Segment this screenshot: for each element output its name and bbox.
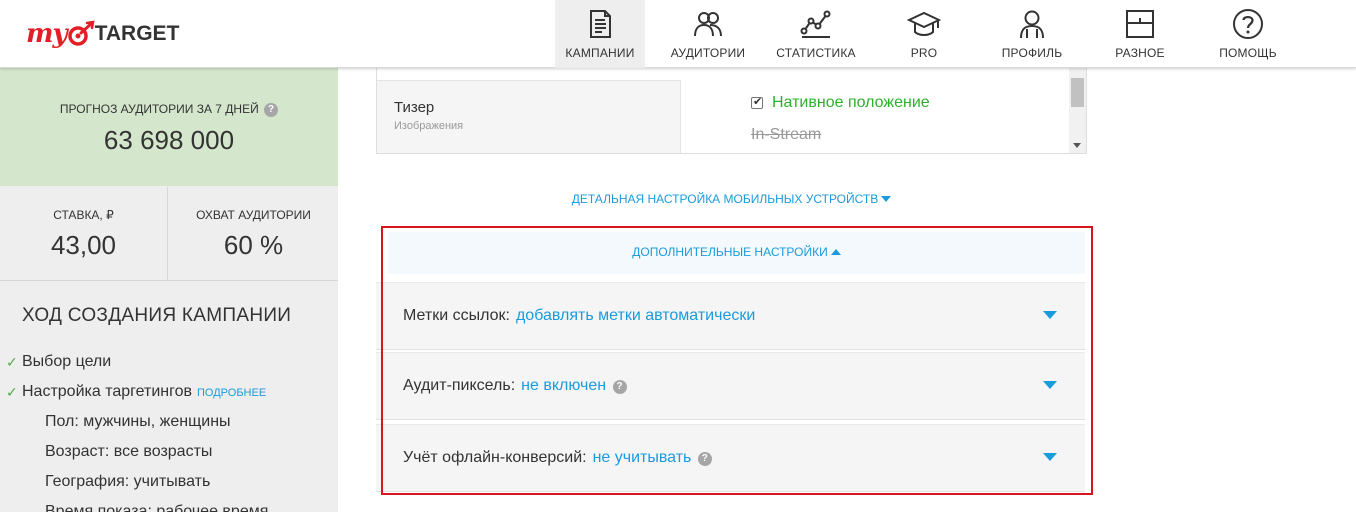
targeting-age: Возраст: все возрасты [45, 443, 213, 460]
setting-audit-pixel-label: Аудит-пиксель: [403, 377, 516, 394]
additional-settings-label: ДОПОЛНИТЕЛЬНЫЕ НАСТРОЙКИ [632, 245, 828, 259]
scrollbar-thumb[interactable] [1071, 78, 1084, 107]
setting-audit-pixel[interactable]: Аудит-пиксель: не включен ? [376, 352, 1085, 420]
mobile-detail-settings-link[interactable]: ДЕТАЛЬНАЯ НАСТРОЙКА МОБИЛЬНЫХ УСТРОЙСТВ [376, 192, 1087, 206]
campaign-progress-title: ХОД СОЗДАНИЯ КАМПАНИИ [22, 305, 292, 326]
setting-link-tags-label: Метки ссылок: [403, 307, 510, 324]
logo-target: TARGET [94, 22, 180, 45]
setting-offline-conversions-text: Учёт офлайн-конверсий: не учитывать ? [403, 449, 712, 467]
chevron-down-icon [881, 196, 892, 202]
setting-link-tags-text: Метки ссылок: добавлять метки автоматичес… [403, 307, 755, 325]
setting-audit-pixel-value[interactable]: не включен [521, 377, 606, 394]
forecast-help-icon[interactable]: ? [264, 103, 279, 117]
check-icon: ✓ [6, 383, 18, 400]
setting-offline-conversions[interactable]: Учёт офлайн-конверсий: не учитывать ? [376, 424, 1085, 492]
instream-label: In-Stream [751, 126, 822, 143]
step-targeting-label: Настройка таргетингов [22, 383, 192, 400]
setting-audit-pixel-text: Аудит-пиксель: не включен ? [403, 377, 627, 395]
additional-settings-toggle[interactable]: ДОПОЛНИТЕЛЬНЫЕ НАСТРОЙКИ [388, 232, 1085, 274]
rate-caption: СТАВКА, ₽ [53, 208, 114, 222]
campaign-sidebar: ПРОГНОЗ АУДИТОРИИ ЗА 7 ДНЕЙ ? 63 698 000… [0, 68, 338, 512]
targeting-gender: Пол: мужчины, женщины [45, 413, 231, 430]
nav-statistics[interactable]: СТАТИСТИКА [771, 0, 861, 68]
targeting-geography: География: учитывать [45, 473, 211, 490]
native-placement-label: Нативное положение [772, 94, 930, 111]
nav-audiences-label: АУДИТОРИИ [670, 46, 746, 60]
nav-audiences[interactable]: АУДИТОРИИ [663, 0, 753, 68]
chevron-down-icon[interactable] [1043, 453, 1057, 461]
forecast-value: 63 698 000 [103, 125, 235, 155]
instream-option: In-Stream [751, 126, 821, 144]
logo-my: my [26, 19, 68, 49]
targeting-time: Время показа: рабочее время [45, 503, 269, 512]
reach-value: 60 % [223, 230, 284, 260]
setting-offline-conversions-value[interactable]: не учитывать [593, 449, 692, 466]
graduation-cap-icon [907, 11, 941, 36]
campaign-steps: ✓ Выбор цели ✓ Настройка таргетингов ПОД… [6, 347, 268, 512]
nav-pro-label: PRO [910, 46, 938, 60]
setting-offline-conversions-label: Учёт офлайн-конверсий: [403, 449, 587, 466]
forecast-caption: ПРОГНОЗ АУДИТОРИИ ЗА 7 ДНЕЙ ? [0, 102, 338, 117]
nav-pro[interactable]: PRO [879, 0, 969, 68]
setting-link-tags-value[interactable]: добавлять метки автоматически [516, 307, 755, 324]
step-targeting: ✓ Настройка таргетингов ПОДРОБНЕЕ [6, 377, 268, 407]
nav-help[interactable]: ПОМОЩЬ [1203, 0, 1293, 68]
misc-icon [1126, 10, 1154, 38]
step-goal-label: Выбор цели [22, 353, 112, 370]
options-scrollbar[interactable] [1069, 68, 1086, 153]
nav-help-label: ПОМОЩЬ [1219, 46, 1277, 60]
ad-format-description: Изображения [394, 120, 464, 132]
reach-caption: ОХВАТ АУДИТОРИИ [196, 208, 311, 222]
stats-panel: СТАВКА, ₽ 43,00 ОХВАТ АУДИТОРИИ 60 % [0, 187, 338, 281]
nav-campaigns[interactable]: КАМПАНИИ [555, 0, 645, 68]
help-icon [1233, 9, 1263, 39]
top-header: my TARGET КАМПАНИИ АУДИТОРИИ СТАТИСТИКА … [0, 0, 1356, 68]
targeting-more-link[interactable]: ПОДРОБНЕЕ [197, 387, 266, 399]
mobile-detail-settings-label: ДЕТАЛЬНАЯ НАСТРОЙКА МОБИЛЬНЫХ УСТРОЙСТВ [571, 192, 879, 206]
nav-misc-label: РАЗНОЕ [1115, 46, 1165, 60]
main-nav: КАМПАНИИ АУДИТОРИИ СТАТИСТИКА PRO ПРОФИЛ… [555, 0, 1311, 68]
native-placement-option[interactable]: Нативное положение [751, 94, 930, 112]
nav-statistics-label: СТАТИСТИКА [776, 46, 856, 60]
profile-icon [1020, 10, 1044, 39]
mytarget-logo[interactable]: my TARGET [26, 12, 179, 56]
nav-profile[interactable]: ПРОФИЛЬ [987, 0, 1077, 68]
ad-format-name: Тизер [394, 99, 435, 116]
check-icon: ✓ [6, 353, 18, 370]
ad-format-table: Тизер Изображения Нативное положение In-… [376, 68, 1087, 154]
rate-stat: СТАВКА, ₽ 43,00 [0, 187, 168, 281]
audience-forecast-panel: ПРОГНОЗ АУДИТОРИИ ЗА 7 ДНЕЙ ? 63 698 000 [0, 68, 338, 186]
campaigns-icon [590, 10, 611, 38]
nav-campaigns-label: КАМПАНИИ [565, 46, 635, 60]
scroll-down-arrow-icon[interactable] [1073, 143, 1081, 148]
chevron-down-icon[interactable] [1043, 381, 1057, 389]
reach-stat: ОХВАТ АУДИТОРИИ 60 % [169, 187, 338, 281]
audit-pixel-help-icon[interactable]: ? [612, 380, 627, 394]
logo-swirl-icon [67, 20, 95, 46]
step-goal: ✓ Выбор цели [6, 347, 268, 377]
ad-format-cell: Тизер Изображения [377, 80, 681, 153]
statistics-icon [800, 10, 831, 38]
chevron-up-icon [830, 249, 841, 255]
nav-misc[interactable]: РАЗНОЕ [1095, 0, 1185, 68]
setting-link-tags[interactable]: Метки ссылок: добавлять метки автоматичес… [376, 282, 1085, 350]
chevron-down-icon[interactable] [1043, 311, 1057, 319]
native-placement-checkbox[interactable] [751, 95, 763, 109]
audiences-icon [694, 12, 722, 37]
nav-profile-label: ПРОФИЛЬ [1001, 46, 1063, 60]
rate-value: 43,00 [50, 230, 117, 260]
offline-conversions-help-icon[interactable]: ? [697, 452, 712, 466]
